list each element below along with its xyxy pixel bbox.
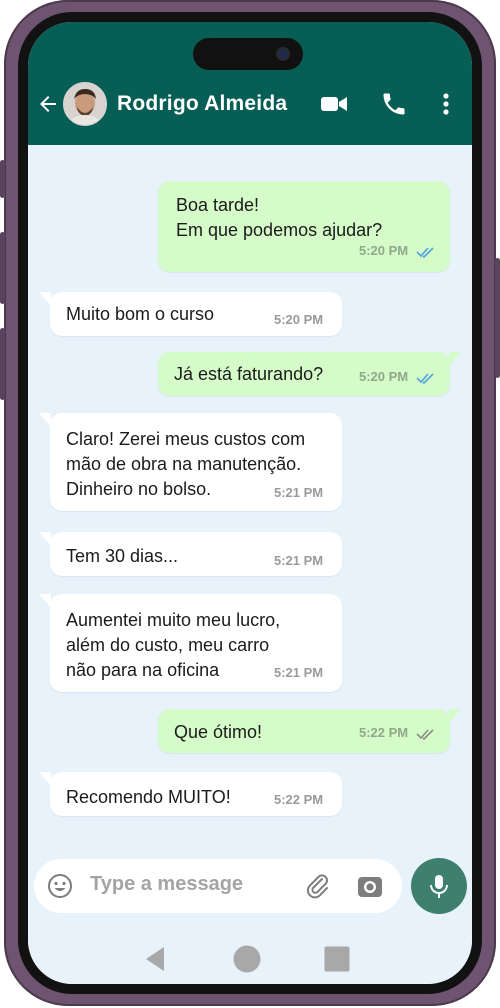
message-text: Boa tarde! Em que podemos ajudar?: [176, 195, 383, 240]
message-text: Que ótimo!: [174, 722, 263, 742]
message-time: 5:21 PM: [274, 553, 324, 568]
camera-icon[interactable]: [356, 873, 384, 899]
power-button: [495, 258, 500, 378]
message-time: 5:20 PM: [359, 369, 409, 384]
message-time: 5:20 PM: [359, 243, 409, 258]
message-text: Aumentei muito meu lucro, além do custo,…: [66, 610, 281, 680]
read-receipt-icon: [416, 247, 434, 259]
message-text: Tem 30 dias...: [66, 546, 179, 566]
message-bubble-outgoing[interactable]: Boa tarde! Em que podemos ajudar? 5:20 P…: [158, 181, 450, 272]
chat-screen: Rodrigo Almeida Boa tarde! Em que podemo…: [28, 22, 472, 984]
attach-icon[interactable]: [304, 872, 332, 900]
message-bubble-incoming[interactable]: Aumentei muito meu lucro, além do custo,…: [39, 594, 342, 692]
contact-avatar[interactable]: [63, 82, 107, 126]
message-text: Claro! Zerei meus custos com mão de obra…: [66, 429, 306, 499]
volume-down-button: [0, 328, 5, 400]
volume-up-button: [0, 232, 5, 304]
phone-icon[interactable]: [380, 90, 408, 118]
message-composer: Type a message: [34, 859, 402, 913]
message-time: 5:22 PM: [359, 725, 409, 740]
side-button: [0, 160, 5, 198]
read-receipt-icon: [416, 373, 434, 385]
message-bubble-incoming[interactable]: Muito bom o curso 5:20 PM: [39, 292, 342, 336]
message-bubble-incoming[interactable]: Claro! Zerei meus custos com mão de obra…: [39, 413, 342, 511]
back-arrow-icon[interactable]: [36, 92, 60, 116]
emoji-icon[interactable]: [47, 873, 73, 899]
message-time: 5:21 PM: [274, 665, 324, 680]
message-text: Muito bom o curso: [66, 304, 215, 324]
delivered-receipt-icon: [416, 729, 434, 741]
message-text: Recomendo MUITO!: [66, 787, 231, 807]
nav-recents-icon[interactable]: [324, 946, 350, 972]
camera-notch: [193, 38, 303, 70]
system-navigation-bar: [28, 927, 472, 984]
message-time: 5:21 PM: [274, 485, 324, 500]
front-camera: [278, 49, 288, 59]
nav-back-icon[interactable]: [144, 945, 168, 973]
message-time: 5:20 PM: [274, 312, 324, 327]
more-options-icon[interactable]: [432, 90, 460, 118]
video-call-icon[interactable]: [320, 90, 348, 118]
mic-icon: [430, 875, 448, 898]
voice-message-button[interactable]: [411, 858, 467, 914]
message-text: Já está faturando?: [174, 364, 324, 384]
contact-name[interactable]: Rodrigo Almeida: [117, 92, 287, 116]
message-time: 5:22 PM: [274, 792, 324, 807]
message-input[interactable]: Type a message: [90, 873, 243, 896]
message-bubble-incoming[interactable]: Recomendo MUITO! 5:22 PM: [39, 772, 342, 816]
message-bubble-outgoing[interactable]: Já está faturando? 5:20 PM: [158, 352, 461, 396]
message-bubble-incoming[interactable]: Tem 30 dias... 5:21 PM: [39, 532, 342, 576]
message-bubble-outgoing[interactable]: Que ótimo! 5:22 PM: [158, 709, 461, 753]
nav-home-icon[interactable]: [233, 945, 261, 973]
